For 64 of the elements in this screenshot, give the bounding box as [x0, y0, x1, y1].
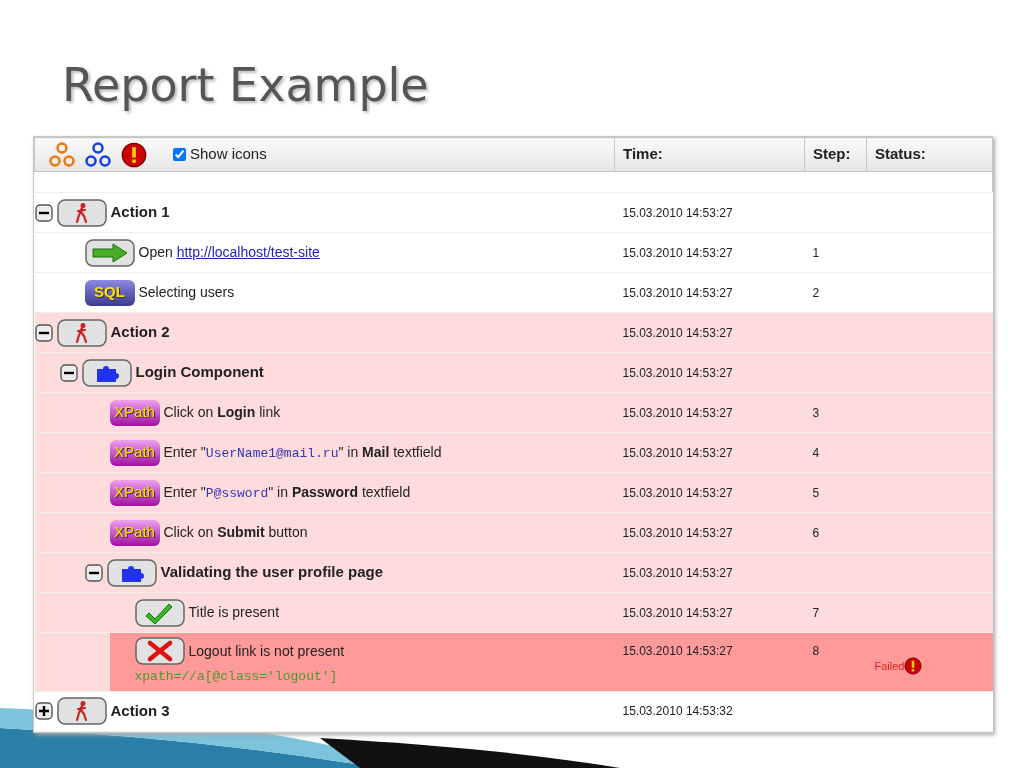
- time-text: 15.03.2010 14:53:27: [622, 445, 733, 460]
- step-text: Click on Login link: [163, 403, 281, 422]
- time-text: 15.03.2010 14:53:27: [622, 205, 733, 220]
- step-text: Enter "UserName1@mail.ru" in Mail textfield: [163, 442, 442, 463]
- group-label: Login Component: [135, 362, 264, 383]
- step-number: 3: [812, 405, 820, 420]
- column-header: Status:: [875, 145, 926, 163]
- time-text: 15.03.2010 14:53:27: [622, 405, 733, 420]
- puzzle-icon: [106, 558, 157, 587]
- step-number: 1: [812, 245, 820, 260]
- step-text: Selecting users: [138, 283, 235, 302]
- time-text: 15.03.2010 14:53:27: [622, 644, 733, 658]
- time-text: 15.03.2010 14:53:32: [622, 704, 733, 718]
- step-number: 8: [812, 644, 820, 658]
- show-icons-checkbox[interactable]: [173, 148, 186, 161]
- status-text: Failed: [874, 659, 905, 674]
- error-icon[interactable]: [121, 141, 147, 168]
- walker-icon: [56, 318, 107, 347]
- step-number: 7: [812, 605, 820, 620]
- column-header: Time:: [623, 145, 663, 163]
- group-label: Action 2: [110, 322, 170, 343]
- slide-title: Report Example: [61, 57, 430, 114]
- time-text: 15.03.2010 14:53:27: [622, 325, 733, 340]
- checkmark-icon: [134, 598, 185, 627]
- step-text: Enter "P@ssword" in Password textfield: [163, 482, 411, 503]
- group-label: Validating the user profile page: [160, 562, 384, 583]
- time-text: 15.03.2010 14:53:27: [622, 285, 733, 300]
- step-number: 5: [812, 485, 820, 500]
- sql-tag: SQL: [84, 279, 135, 306]
- collapse-toggle[interactable]: [59, 363, 78, 382]
- cross-icon: [134, 637, 185, 665]
- walker-icon: [56, 697, 107, 725]
- time-text: 15.03.2010 14:53:27: [622, 525, 733, 540]
- collapse-toggle[interactable]: [34, 203, 53, 222]
- step-text: Open http://localhost/test-site: [138, 243, 320, 262]
- step-number: 6: [812, 525, 820, 540]
- collapse-toggle[interactable]: [84, 563, 103, 582]
- step-text: Click on Submit button: [163, 523, 308, 542]
- xpath-detail: xpath=//a[@class='logout']: [134, 668, 339, 686]
- checkbox-label: Show icons: [190, 144, 267, 165]
- collapse-all-icon[interactable]: [85, 141, 111, 168]
- expand-toggle[interactable]: [34, 702, 53, 720]
- time-text: 15.03.2010 14:53:27: [622, 245, 733, 260]
- column-header: Step:: [813, 145, 851, 163]
- step-number: 2: [812, 285, 820, 300]
- xpath-tag: XPath: [109, 479, 160, 506]
- xpath-tag: XPath: [109, 399, 160, 426]
- link[interactable]: http://localhost/test-site: [176, 244, 320, 260]
- step-number: 4: [812, 445, 820, 460]
- group-label: Action 1: [110, 202, 170, 223]
- time-text: 15.03.2010 14:53:27: [622, 565, 733, 580]
- step-text: Logout link is not present: [188, 641, 345, 661]
- puzzle-icon: [81, 358, 132, 387]
- time-text: 15.03.2010 14:53:27: [622, 485, 733, 500]
- walker-icon: [56, 198, 107, 227]
- error-icon: [904, 656, 923, 675]
- time-text: 15.03.2010 14:53:27: [622, 365, 733, 380]
- xpath-tag: XPath: [109, 439, 160, 466]
- expand-all-icon[interactable]: [49, 141, 75, 168]
- step-text: Title is present: [188, 603, 279, 622]
- time-text: 15.03.2010 14:53:27: [622, 605, 733, 620]
- xpath-tag: XPath: [109, 519, 160, 546]
- collapse-toggle[interactable]: [34, 323, 53, 342]
- group-label: Action 3: [110, 700, 170, 721]
